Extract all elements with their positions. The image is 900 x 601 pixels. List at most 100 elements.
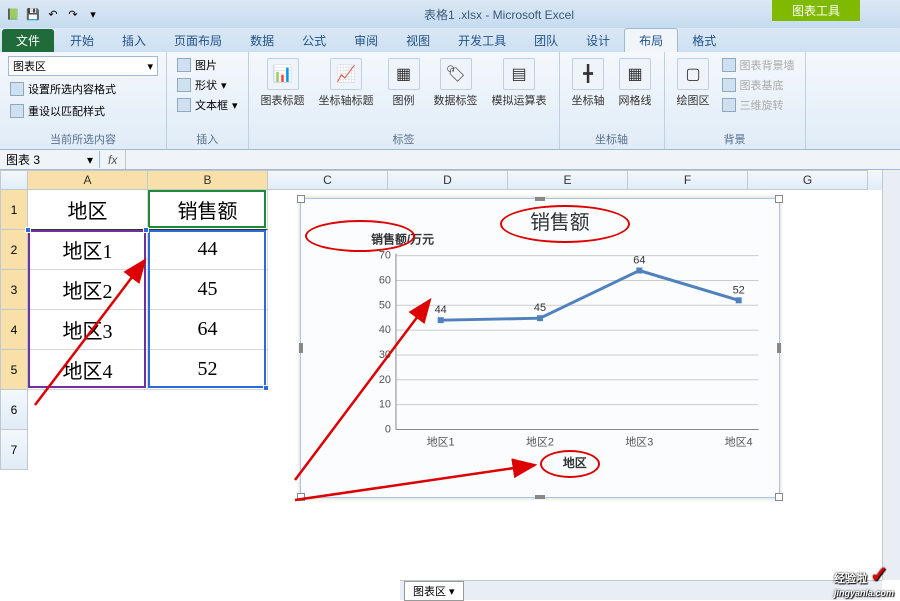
qat-dropdown-icon[interactable]: ▾ <box>84 5 102 23</box>
resize-handle-ne[interactable] <box>775 195 783 203</box>
legend-button[interactable]: ▦图例 <box>384 56 424 110</box>
group-label: 坐标轴 <box>568 129 656 147</box>
gridlines-button[interactable]: ▦网格线 <box>615 56 656 110</box>
tab-view[interactable]: 视图 <box>392 29 444 52</box>
row-header-1[interactable]: 1 <box>0 190 28 230</box>
chart-floor-button[interactable]: 图表基底 <box>720 76 797 94</box>
resize-handle-sw[interactable] <box>297 493 305 501</box>
tab-team[interactable]: 团队 <box>520 29 572 52</box>
resize-handle-se[interactable] <box>775 493 783 501</box>
data-labels-button[interactable]: 🏷数据标签 <box>430 56 482 110</box>
chart-wall-button[interactable]: 图表背景墙 <box>720 56 797 74</box>
selection-handle[interactable] <box>143 227 149 233</box>
tab-formulas[interactable]: 公式 <box>288 29 340 52</box>
resize-handle-n[interactable] <box>535 197 545 201</box>
tab-review[interactable]: 审阅 <box>340 29 392 52</box>
textbox-button[interactable]: 文本框▾ <box>175 96 240 114</box>
axis-titles-button[interactable]: 📈坐标轴标题 <box>315 56 378 110</box>
tab-home[interactable]: 开始 <box>56 29 108 52</box>
col-header-d[interactable]: D <box>388 170 508 190</box>
chart-area-selector-button[interactable]: 图表区 ▾ <box>404 581 464 601</box>
col-header-c[interactable]: C <box>268 170 388 190</box>
resize-handle-w[interactable] <box>299 343 303 353</box>
formula-input[interactable] <box>125 150 900 169</box>
select-all-button[interactable] <box>0 170 28 190</box>
axes-icon: ╋ <box>572 58 604 90</box>
selection-handle[interactable] <box>25 227 31 233</box>
save-icon[interactable]: 💾 <box>24 5 42 23</box>
rotation-3d-button[interactable]: 三维旋转 <box>720 96 797 114</box>
quick-access-toolbar: 📗 💾 ↶ ↷ ▾ <box>4 5 102 23</box>
svg-text:70: 70 <box>379 250 391 262</box>
tab-layout[interactable]: 布局 <box>624 28 678 52</box>
x-axis-labels: 地区1 地区2 地区3 地区4 <box>427 435 753 448</box>
cell-a5[interactable]: 地区4 <box>28 350 148 390</box>
cell-b1[interactable]: 销售额 <box>148 190 268 230</box>
plot-area-button[interactable]: ▢绘图区 <box>673 56 714 110</box>
redo-icon[interactable]: ↷ <box>64 5 82 23</box>
tab-developer[interactable]: 开发工具 <box>444 29 520 52</box>
col-header-b[interactable]: B <box>148 170 268 190</box>
reset-style-button[interactable]: 重设以匹配样式 <box>8 102 107 120</box>
name-box[interactable]: 图表 3▾ <box>0 151 100 168</box>
tab-format[interactable]: 格式 <box>678 29 730 52</box>
tab-page-layout[interactable]: 页面布局 <box>160 29 236 52</box>
picture-button[interactable]: 图片 <box>175 56 240 74</box>
tab-insert[interactable]: 插入 <box>108 29 160 52</box>
row-header-5[interactable]: 5 <box>0 350 28 390</box>
cell-b3[interactable]: 45 <box>148 270 268 310</box>
floor-icon <box>722 78 736 92</box>
data-table-button[interactable]: ▤模拟运算表 <box>488 56 551 110</box>
data-table-icon: ▤ <box>503 58 535 90</box>
chart-title-icon: 📊 <box>267 58 299 90</box>
axes-button[interactable]: ╋坐标轴 <box>568 56 609 110</box>
dropdown-icon[interactable]: ▾ <box>87 153 93 167</box>
textbox-icon <box>177 98 191 112</box>
picture-icon <box>177 58 191 72</box>
row-header-4[interactable]: 4 <box>0 310 28 350</box>
svg-text:地区3: 地区3 <box>625 435 653 448</box>
chart-title-button[interactable]: 📊图表标题 <box>257 56 309 110</box>
selection-handle[interactable] <box>263 385 269 391</box>
row-header-6[interactable]: 6 <box>0 390 28 430</box>
check-icon: ✓ <box>870 562 888 587</box>
embedded-chart[interactable]: 销售额 销售额/万元 0 10 20 30 40 50 60 70 <box>300 198 780 498</box>
col-header-g[interactable]: G <box>748 170 868 190</box>
resize-handle-e[interactable] <box>777 343 781 353</box>
plot-area-icon: ▢ <box>677 58 709 90</box>
chart-element-selector[interactable]: 图表区▾ <box>8 56 158 76</box>
svg-text:0: 0 <box>385 423 391 435</box>
shapes-icon <box>177 78 191 92</box>
tab-design[interactable]: 设计 <box>572 29 624 52</box>
row-header-7[interactable]: 7 <box>0 430 28 470</box>
svg-text:40: 40 <box>379 324 391 336</box>
cell-b5[interactable]: 52 <box>148 350 268 390</box>
shapes-button[interactable]: 形状▾ <box>175 76 240 94</box>
row-header-2[interactable]: 2 <box>0 230 28 270</box>
tab-data[interactable]: 数据 <box>236 29 288 52</box>
gridlines <box>396 256 759 430</box>
y-axis: 0 10 20 30 40 50 60 70 <box>379 250 391 436</box>
row-header-3[interactable]: 3 <box>0 270 28 310</box>
undo-icon[interactable]: ↶ <box>44 5 62 23</box>
data-labels: 44 45 64 52 <box>435 255 745 317</box>
ribbon-tabs: 文件 开始 插入 页面布局 数据 公式 审阅 视图 开发工具 团队 设计 布局 … <box>0 28 900 52</box>
svg-text:20: 20 <box>379 374 391 386</box>
cell-b4[interactable]: 64 <box>148 310 268 350</box>
col-header-a[interactable]: A <box>28 170 148 190</box>
format-selection-button[interactable]: 设置所选内容格式 <box>8 80 118 98</box>
tab-file[interactable]: 文件 <box>2 29 54 52</box>
watermark: 经验啦 ✓ jingyanla.com <box>834 562 894 598</box>
fx-icon[interactable]: fx <box>100 153 125 167</box>
vertical-scrollbar[interactable] <box>882 170 900 580</box>
cell-a3[interactable]: 地区2 <box>28 270 148 310</box>
cell-a2[interactable]: 地区1 <box>28 230 148 270</box>
col-header-f[interactable]: F <box>628 170 748 190</box>
cell-b2[interactable]: 44 <box>148 230 268 270</box>
excel-icon[interactable]: 📗 <box>4 5 22 23</box>
resize-handle-s[interactable] <box>535 495 545 499</box>
cell-a1[interactable]: 地区 <box>28 190 148 230</box>
col-header-e[interactable]: E <box>508 170 628 190</box>
resize-handle-nw[interactable] <box>297 195 305 203</box>
cell-a4[interactable]: 地区3 <box>28 310 148 350</box>
